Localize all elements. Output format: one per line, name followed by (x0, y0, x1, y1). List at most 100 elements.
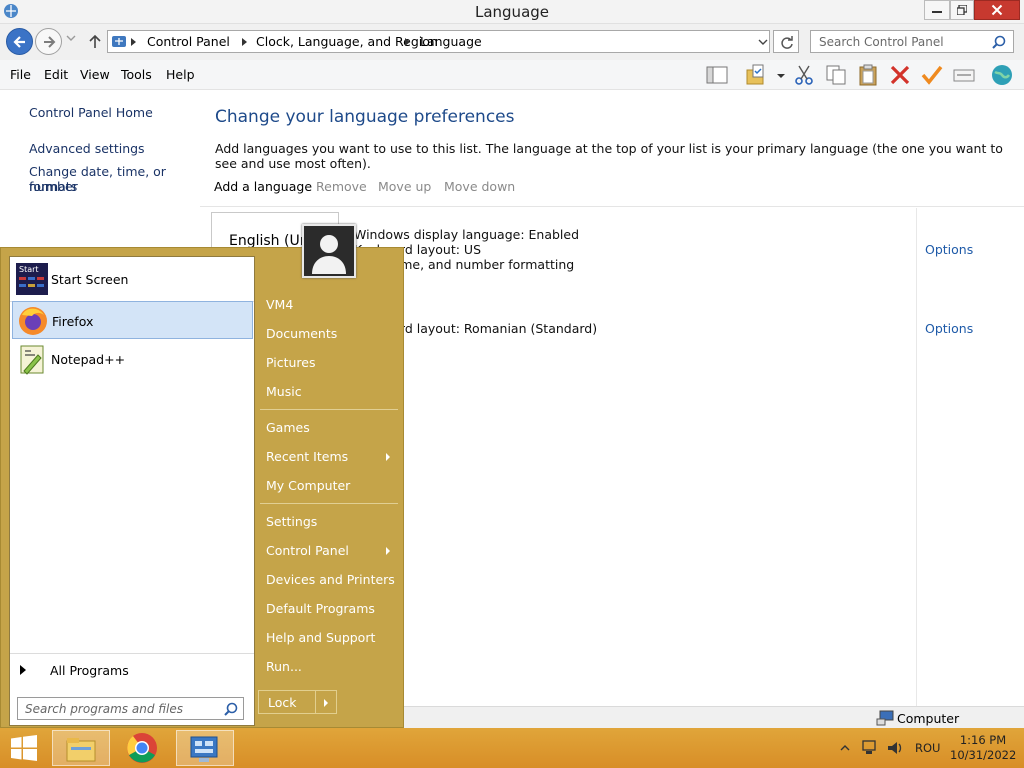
control-panel-home-link[interactable]: Control Panel Home (29, 105, 153, 120)
paste-icon[interactable] (856, 64, 880, 86)
start-item-control-panel[interactable]: Control Panel (266, 543, 349, 558)
forward-button[interactable] (35, 28, 62, 55)
taskbar-chrome[interactable] (114, 730, 172, 766)
menu-view[interactable]: View (80, 67, 110, 82)
start-search-input[interactable] (18, 698, 218, 719)
start-item-help-support[interactable]: Help and Support (266, 630, 375, 645)
add-language-button[interactable]: Add a language (214, 179, 312, 194)
program-label: Firefox (52, 314, 94, 329)
clock-time: 1:16 PM (959, 733, 1007, 747)
clock-date: 10/31/2022 (950, 748, 1017, 762)
input-language-indicator[interactable]: ROU (915, 741, 940, 755)
remove-button[interactable]: Remove (316, 179, 367, 194)
recent-locations-dropdown-icon[interactable] (66, 35, 76, 43)
options-link-romanian[interactable]: Options (925, 321, 973, 336)
start-item-documents[interactable]: Documents (266, 326, 337, 341)
navigation-bar: Control Panel Clock, Language, and Regio… (0, 24, 1024, 60)
restore-icon (957, 5, 967, 15)
advanced-settings-link[interactable]: Advanced settings (29, 141, 145, 156)
minimize-button[interactable] (924, 0, 950, 20)
properties-icon[interactable] (952, 64, 976, 86)
system-clock[interactable]: 1:16 PM 10/31/2022 (950, 733, 1016, 763)
start-item-pictures[interactable]: Pictures (266, 355, 316, 370)
program-label: Notepad++ (51, 352, 126, 367)
close-icon (991, 4, 1003, 16)
back-button[interactable] (6, 28, 33, 55)
control-panel-icon (190, 736, 218, 762)
folder-checklist-icon[interactable] (745, 64, 769, 86)
cut-icon[interactable] (792, 64, 816, 86)
firefox-icon (19, 307, 47, 335)
menu-tools[interactable]: Tools (121, 67, 152, 82)
up-level-icon[interactable] (88, 33, 102, 49)
search-icon[interactable] (224, 702, 238, 716)
move-up-button[interactable]: Move up (378, 179, 431, 194)
start-item-run[interactable]: Run... (266, 659, 302, 674)
breadcrumb-separator-icon[interactable] (405, 38, 410, 46)
breadcrumb-separator-icon[interactable] (242, 38, 247, 46)
restore-button[interactable] (950, 0, 974, 20)
start-item-my-computer[interactable]: My Computer (266, 478, 350, 493)
divider (10, 653, 254, 654)
checkmark-icon[interactable] (920, 64, 944, 86)
start-menu: Start Start Screen Firefox Notepad++ All… (0, 224, 404, 728)
close-button[interactable] (974, 0, 1020, 20)
dropdown-arrow-icon[interactable] (769, 64, 793, 86)
change-date-time-link-line2[interactable]: formats (29, 179, 77, 194)
start-item-default-programs[interactable]: Default Programs (266, 601, 375, 616)
delete-icon[interactable] (888, 64, 912, 86)
network-icon[interactable] (861, 740, 879, 756)
start-button[interactable] (0, 728, 48, 768)
copy-icon[interactable] (824, 64, 848, 86)
program-firefox[interactable]: Firefox (12, 301, 253, 339)
taskbar: ROU 1:16 PM 10/31/2022 (0, 728, 1024, 768)
show-hidden-icons-icon[interactable] (840, 742, 850, 752)
notepadpp-icon (20, 345, 44, 375)
program-notepadpp[interactable]: Notepad++ (12, 340, 253, 378)
control-panel-search[interactable] (810, 30, 1014, 53)
menu-edit[interactable]: Edit (44, 67, 68, 82)
search-input[interactable] (811, 31, 987, 52)
menu-file[interactable]: File (10, 67, 31, 82)
breadcrumb-clock-language-region[interactable]: Clock, Language, and Region (256, 34, 438, 49)
menu-help[interactable]: Help (166, 67, 195, 82)
breadcrumb-language[interactable]: Language (420, 34, 482, 49)
start-screen-icon: Start (16, 263, 48, 295)
search-icon[interactable] (992, 35, 1006, 49)
volume-icon[interactable] (886, 740, 904, 756)
panel-layout-icon[interactable] (705, 64, 729, 86)
page-title: Change your language preferences (215, 107, 515, 127)
page-description: Add languages you want to use to this li… (215, 141, 1003, 171)
arrow-right-icon (44, 36, 56, 48)
start-search-box[interactable] (17, 697, 244, 720)
refresh-button[interactable] (773, 30, 799, 53)
shutdown-options-button[interactable] (315, 690, 337, 714)
start-item-vm4[interactable]: VM4 (266, 297, 293, 312)
taskbar-file-explorer[interactable] (52, 730, 110, 766)
program-start-screen[interactable]: Start Start Screen (12, 260, 253, 298)
taskbar-control-panel[interactable] (176, 730, 234, 766)
breadcrumb-separator-icon[interactable] (131, 38, 136, 46)
breadcrumb-control-panel[interactable]: Control Panel (147, 34, 230, 49)
chevron-down-icon[interactable] (758, 39, 768, 47)
start-menu-programs-panel: Start Start Screen Firefox Notepad++ All… (9, 256, 255, 726)
user-avatar[interactable] (302, 224, 356, 278)
title-bar: Language (0, 0, 1024, 24)
start-item-music[interactable]: Music (266, 384, 302, 399)
lock-button[interactable]: Lock (258, 690, 316, 714)
start-item-games[interactable]: Games (266, 420, 310, 435)
arrow-left-icon (13, 36, 25, 48)
start-item-devices-printers[interactable]: Devices and Printers (266, 572, 395, 587)
user-icon (304, 226, 354, 276)
start-item-settings[interactable]: Settings (266, 514, 317, 529)
globe-icon[interactable] (990, 64, 1014, 86)
options-link-english[interactable]: Options (925, 242, 973, 257)
all-programs-label: All Programs (50, 663, 129, 678)
move-down-button[interactable]: Move down (444, 179, 515, 194)
divider (260, 409, 398, 410)
start-item-recent-items[interactable]: Recent Items (266, 449, 348, 464)
submenu-arrow-icon (386, 453, 390, 461)
divider (260, 503, 398, 504)
list-divider (200, 206, 1024, 207)
address-bar[interactable]: Control Panel Clock, Language, and Regio… (107, 30, 770, 53)
